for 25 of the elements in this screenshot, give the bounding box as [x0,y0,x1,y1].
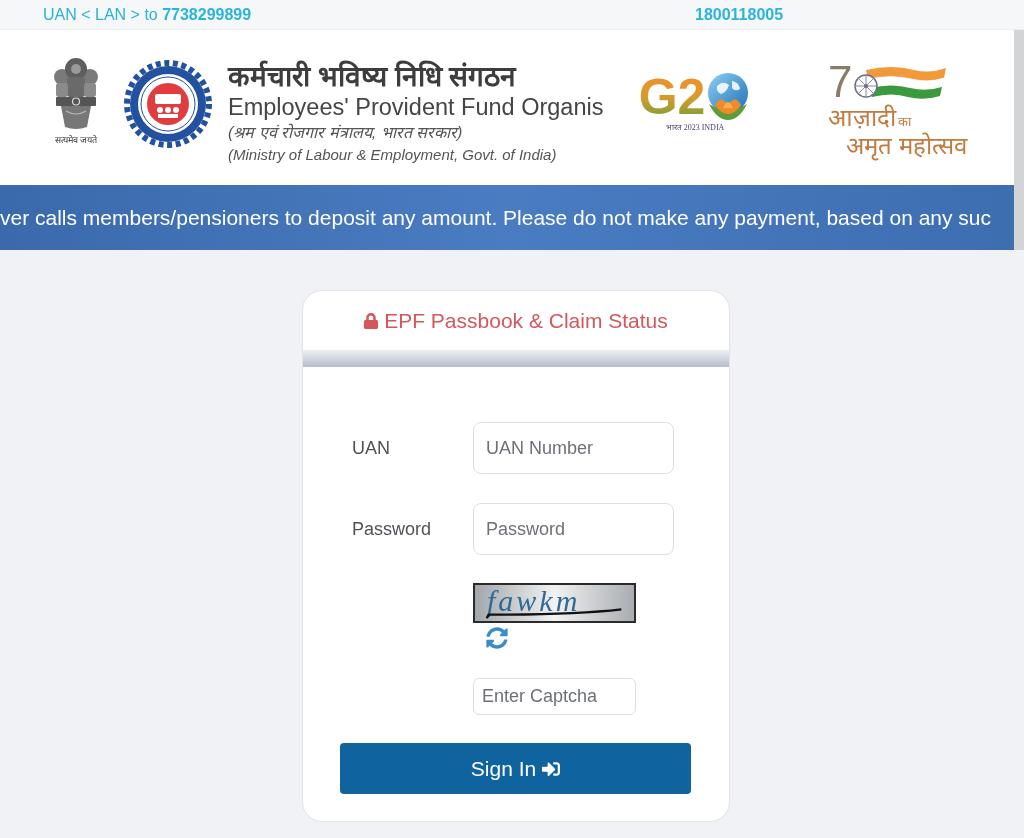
notice-banner: ver calls members/pensioners to deposit any amount. Please do not make any payment, based on any suc [0,185,1014,250]
azadi-line-two: अमृत महोत्सव [845,132,967,160]
azadi-line-one: आज़ादी [828,104,896,132]
lock-icon [364,312,379,329]
sign-in-icon [542,759,561,778]
input-field[interactable]: UAN Number [473,422,674,474]
emblem-motto: सत्यमेव जयते [54,134,98,147]
captcha-input[interactable]: Enter Captcha [473,678,636,715]
field-label: Password [352,518,432,539]
logo-numeral: 7 [828,60,853,104]
ministry-english: (Ministry of Labour & Employment, Govt. of India) [228,145,557,165]
org-title-hindi: कर्मचारी भविष्य निधि संगठन [228,61,517,93]
refresh-icon[interactable] [486,627,508,649]
field-label: UAN [352,437,390,458]
g20-caption: भारत 2023 INDIA [665,122,725,134]
scrollbar[interactable] [1014,30,1024,250]
azadi-suffix: का [898,113,911,131]
gear-seal-icon [124,60,212,148]
sms-info: UAN < LAN > to 7738299899 [43,5,252,23]
input-field[interactable]: Password [473,503,674,555]
ministry-hindi: (श्रम एवं रोजगार मंत्रालय, भारत सरकार) [228,122,463,143]
sign-in-button[interactable]: Sign In [340,743,691,794]
org-title-english: Employees' Provident Fund Organis [228,93,604,121]
captcha-image: fawkm [473,583,636,623]
card-title: EPF Passbook & Claim Status [384,307,668,334]
